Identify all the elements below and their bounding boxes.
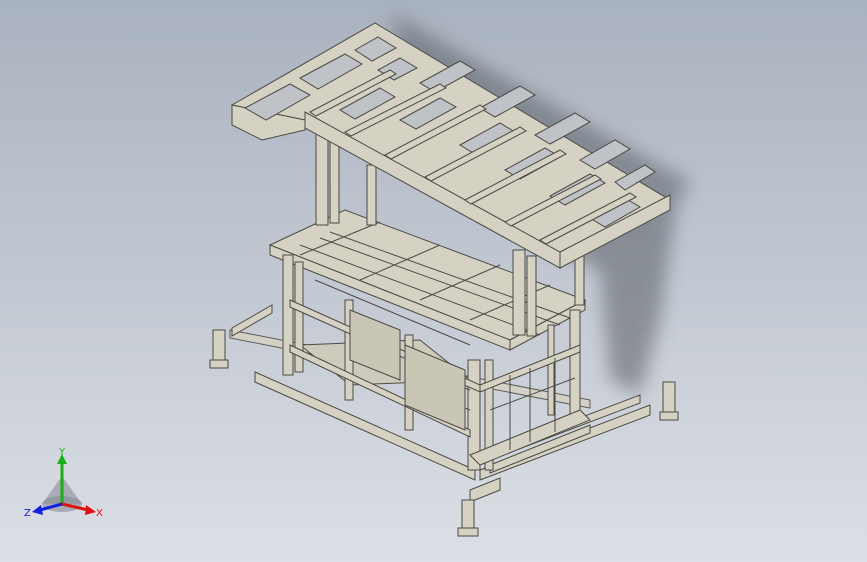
- x-axis-label: X: [96, 508, 103, 519]
- view-orientation-triad[interactable]: Y X Z: [22, 446, 108, 526]
- y-axis-label: Y: [58, 447, 66, 458]
- frame-assembly-model[interactable]: [0, 0, 867, 562]
- cad-3d-viewport[interactable]: Y X Z: [0, 0, 867, 562]
- z-axis-label: Z: [24, 508, 31, 519]
